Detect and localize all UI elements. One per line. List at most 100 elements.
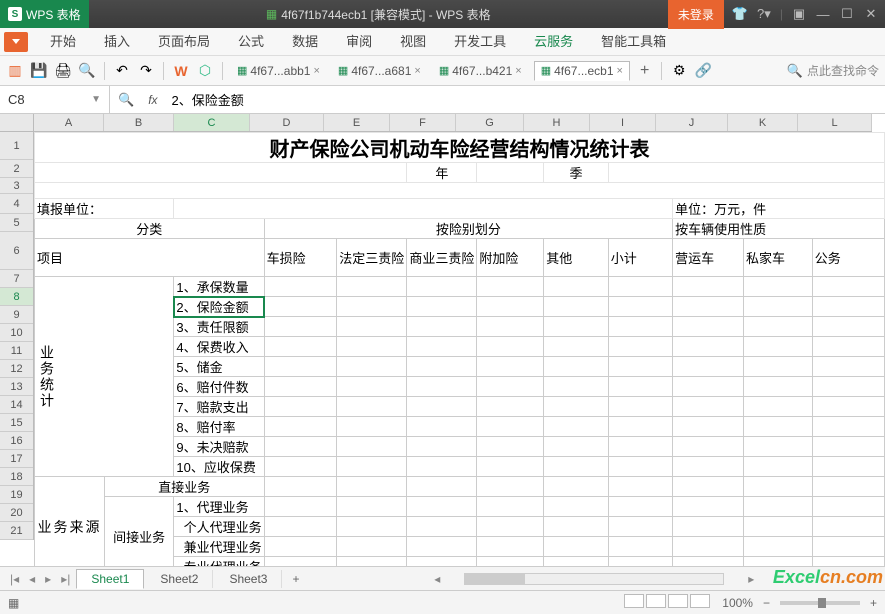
- tab-close-icon[interactable]: ×: [515, 65, 521, 77]
- scroll-thumb[interactable]: [465, 574, 525, 584]
- col-header-I[interactable]: I: [590, 114, 656, 131]
- select-all-corner[interactable]: [0, 114, 34, 132]
- doc-icon: ▦: [266, 7, 277, 21]
- col-header-G[interactable]: G: [456, 114, 524, 131]
- row-header-19[interactable]: 19: [0, 486, 33, 504]
- new-tab-button[interactable]: +: [636, 62, 653, 80]
- menu-start[interactable]: 开始: [36, 28, 90, 56]
- col-header-J[interactable]: J: [656, 114, 728, 131]
- column-headers[interactable]: ABCDEFGHIJKL: [34, 114, 872, 132]
- tab-close-icon[interactable]: ×: [617, 65, 623, 77]
- help-icon[interactable]: ?▾: [756, 6, 772, 22]
- menu-pagelayout[interactable]: 页面布局: [144, 28, 224, 56]
- spreadsheet-grid[interactable]: ABCDEFGHIJKL 123456789101112131415161718…: [0, 114, 885, 566]
- new-icon[interactable]: ▥: [6, 62, 24, 80]
- doc-tab-3[interactable]: ▦4f67...ecb1×: [534, 61, 630, 81]
- col-header-L[interactable]: L: [798, 114, 872, 131]
- wps-menu-button[interactable]: [4, 32, 28, 52]
- command-search[interactable]: 🔍点此查找命令: [787, 62, 879, 79]
- login-button[interactable]: 未登录: [668, 0, 724, 29]
- maximize-icon[interactable]: ☐: [839, 6, 855, 22]
- row-header-3[interactable]: 3: [0, 178, 33, 194]
- menu-cloud[interactable]: 云服务: [520, 28, 587, 56]
- skin-icon[interactable]: 👕: [732, 6, 748, 22]
- view-buttons[interactable]: [624, 594, 712, 611]
- zoom-value[interactable]: 100%: [722, 596, 753, 610]
- sheet-nav-prev[interactable]: ◂: [25, 572, 39, 586]
- row-header-6[interactable]: 6: [0, 232, 33, 270]
- col-header-H[interactable]: H: [524, 114, 590, 131]
- zoom-in-icon[interactable]: +: [870, 596, 877, 610]
- row-header-16[interactable]: 16: [0, 432, 33, 450]
- sheet-tab-0[interactable]: Sheet1: [76, 569, 144, 589]
- row-header-11[interactable]: 11: [0, 342, 33, 360]
- doc-tab-0[interactable]: ▦4f67...abb1×: [231, 62, 326, 80]
- wps-w-icon[interactable]: W: [172, 62, 190, 80]
- menu-smarttools[interactable]: 智能工具箱: [587, 28, 680, 56]
- menu-view[interactable]: 视图: [386, 28, 440, 56]
- link-icon[interactable]: 🔗: [694, 62, 712, 80]
- close-icon[interactable]: ✕: [863, 6, 879, 22]
- tab-close-icon[interactable]: ×: [414, 65, 420, 77]
- row-header-1[interactable]: 1: [0, 132, 33, 160]
- menu-devtools[interactable]: 开发工具: [440, 28, 520, 56]
- sheet-nav-next[interactable]: ▸: [41, 572, 55, 586]
- menu-data[interactable]: 数据: [278, 28, 332, 56]
- row-header-18[interactable]: 18: [0, 468, 33, 486]
- col-header-A[interactable]: A: [34, 114, 104, 131]
- col-header-C[interactable]: C: [174, 114, 250, 131]
- cloud-icon[interactable]: ⬡: [196, 62, 214, 80]
- cells-area[interactable]: 财产保险公司机动车险经营结构情况统计表年季填报单位：单位：万元，件分类按险别划分…: [34, 132, 885, 566]
- watermark: Excelcn.com: [773, 567, 883, 588]
- row-header-12[interactable]: 12: [0, 360, 33, 378]
- row-header-7[interactable]: 7: [0, 270, 33, 288]
- row-header-4[interactable]: 4: [0, 194, 33, 214]
- name-box[interactable]: C8▼: [0, 86, 110, 113]
- status-doc-icon[interactable]: ▦: [8, 596, 19, 610]
- doc-tab-2[interactable]: ▦4f67...b421×: [433, 62, 528, 80]
- row-header-17[interactable]: 17: [0, 450, 33, 468]
- col-header-K[interactable]: K: [728, 114, 798, 131]
- sheet-tab-1[interactable]: Sheet2: [146, 570, 213, 588]
- row-header-20[interactable]: 20: [0, 504, 33, 522]
- row-headers[interactable]: 123456789101112131415161718192021: [0, 132, 34, 540]
- redo-icon[interactable]: ↷: [137, 62, 155, 80]
- row-header-13[interactable]: 13: [0, 378, 33, 396]
- formula-input[interactable]: 2、保险金额: [164, 90, 885, 109]
- row-header-21[interactable]: 21: [0, 522, 33, 540]
- sheet-tab-2[interactable]: Sheet3: [215, 570, 282, 588]
- minimize-icon[interactable]: —: [815, 7, 831, 22]
- col-header-D[interactable]: D: [250, 114, 324, 131]
- col-header-F[interactable]: F: [390, 114, 456, 131]
- col-header-B[interactable]: B: [104, 114, 174, 131]
- menu-review[interactable]: 审阅: [332, 28, 386, 56]
- scroll-right-icon[interactable]: ▸: [744, 572, 758, 586]
- zoom-out-icon[interactable]: −: [763, 596, 770, 610]
- row-header-10[interactable]: 10: [0, 324, 33, 342]
- row-header-9[interactable]: 9: [0, 306, 33, 324]
- fx-search-icon[interactable]: 🔍: [110, 92, 142, 108]
- preview-icon[interactable]: 🔍: [78, 62, 96, 80]
- row-header-15[interactable]: 15: [0, 414, 33, 432]
- sheet-nav-first[interactable]: |◂: [6, 572, 23, 586]
- save-icon[interactable]: 💾: [30, 62, 48, 80]
- col-header-E[interactable]: E: [324, 114, 390, 131]
- tab-close-icon[interactable]: ×: [313, 65, 319, 77]
- menu-insert[interactable]: 插入: [90, 28, 144, 56]
- chevron-down-icon[interactable]: ▼: [91, 94, 101, 105]
- add-sheet-button[interactable]: +: [284, 572, 307, 586]
- menu-formula[interactable]: 公式: [224, 28, 278, 56]
- sheet-nav-last[interactable]: ▸|: [57, 572, 74, 586]
- row-header-5[interactable]: 5: [0, 214, 33, 232]
- row-header-14[interactable]: 14: [0, 396, 33, 414]
- fx-label[interactable]: fx: [142, 93, 163, 107]
- restore-down-icon[interactable]: ▣: [791, 6, 807, 22]
- zoom-slider[interactable]: [780, 601, 860, 605]
- gear-icon[interactable]: ⚙: [670, 62, 688, 80]
- undo-icon[interactable]: ↶: [113, 62, 131, 80]
- print-icon[interactable]: 🖨: [54, 62, 72, 80]
- doc-tab-1[interactable]: ▦4f67...a681×: [332, 62, 427, 80]
- row-header-8[interactable]: 8: [0, 288, 33, 306]
- scroll-left-icon[interactable]: ◂: [430, 572, 444, 586]
- row-header-2[interactable]: 2: [0, 160, 33, 178]
